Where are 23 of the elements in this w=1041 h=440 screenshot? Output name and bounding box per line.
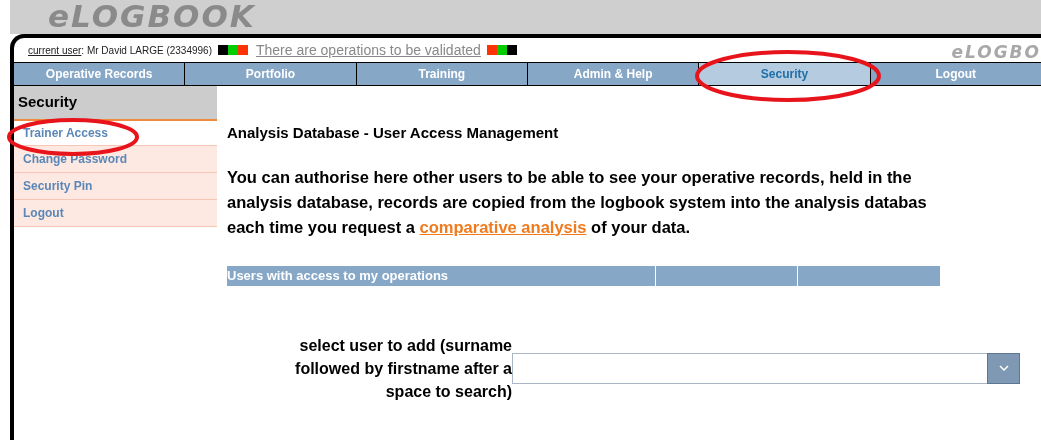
nav-tab[interactable]: Training [355,63,527,85]
sidebar-item[interactable]: Change Password [14,146,217,173]
table-header: Users with access to my operations [227,265,655,286]
nav-tab[interactable]: Logout [869,63,1041,85]
sidebar-title: Security [14,86,217,119]
intro-paragraph: You can authorise here other users to be able to see your operative records, held in the analysis database, records are copied from the logbook system into the analysis databas each time you request a comparative analysis of your data. [227,166,928,238]
sidebar-item[interactable]: Security Pin [14,173,217,200]
logo: eLOGBOOK [48,1,256,32]
page-title: Analysis Database - User Access Management [227,123,560,143]
nav-tab[interactable]: Operative Records [14,63,185,85]
user-select-field[interactable] [512,352,1020,384]
nav-tab[interactable]: Admin & Help [527,63,699,85]
status-flags-icon [486,45,517,55]
status-flags-icon [218,45,248,55]
sidebar-item[interactable]: Logout [14,200,217,227]
validation-notice-link[interactable]: There are operations to be validated [256,39,481,61]
watermark-logo: eLOGBO [951,44,1041,61]
comparative-analysis-link[interactable]: comparative analysis [419,217,587,236]
nav-tab[interactable]: Security [698,63,870,85]
current-user-text: current user: Mr David LARGE (2334996) [28,43,212,58]
select-user-label: select user to add (surname followed by firstname after a space to search) [294,335,512,402]
nav-tab[interactable]: Portfolio [184,63,356,85]
chevron-down-icon [998,365,1009,371]
